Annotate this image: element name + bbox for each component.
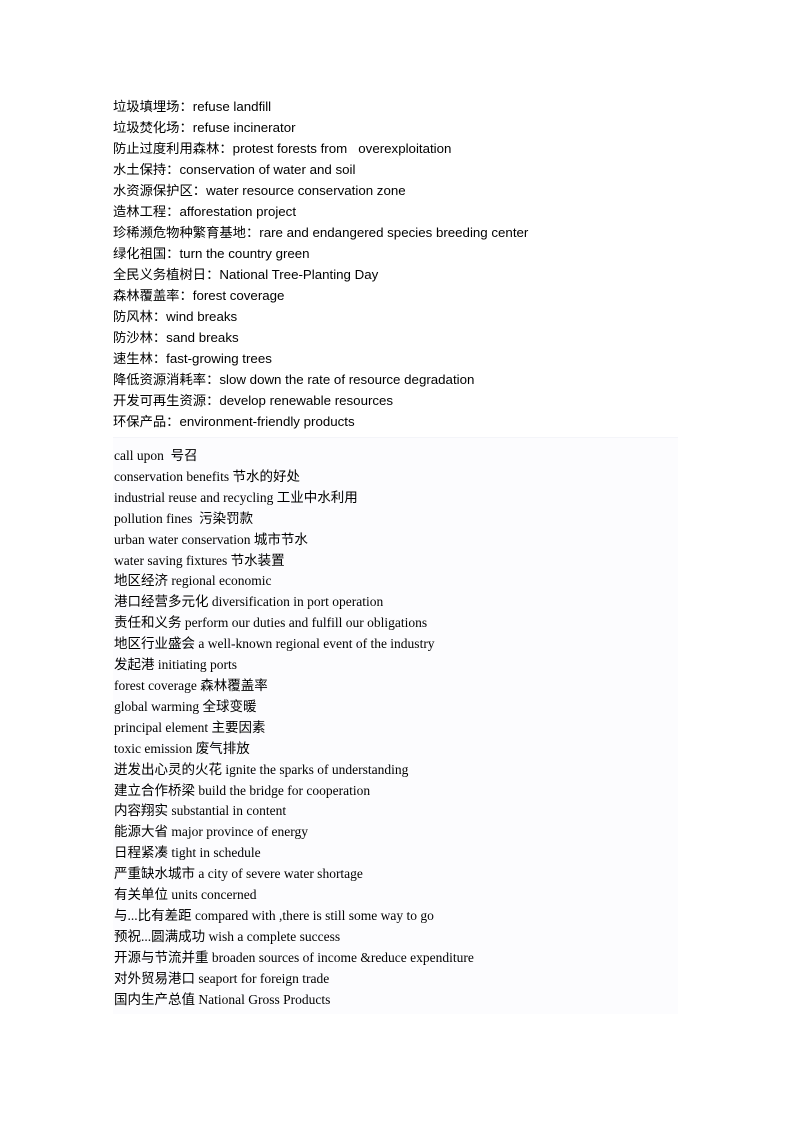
glossary-line: water saving fixtures 节水装置 bbox=[114, 552, 285, 568]
glossary-line: 垃圾焚化场：refuse incinerator bbox=[113, 120, 296, 135]
glossary-line: 对外贸易港口 seaport for foreign trade bbox=[114, 970, 330, 986]
glossary-line: principal element 主要因素 bbox=[114, 719, 266, 735]
environment-glossary-sans-block: 垃圾填埋场：refuse landfill 垃圾焚化场：refuse incine… bbox=[113, 96, 713, 432]
glossary-line: forest coverage 森林覆盖率 bbox=[114, 677, 268, 693]
glossary-line: 建立合作桥梁 build the bridge for cooperation bbox=[114, 782, 371, 798]
glossary-line: 森林覆盖率：forest coverage bbox=[113, 288, 285, 303]
glossary-line: 预祝...圆满成功 wish a complete success bbox=[114, 928, 341, 944]
glossary-line: 水土保持：conservation of water and soil bbox=[113, 162, 356, 177]
glossary-line: pollution fines 污染罚款 bbox=[114, 510, 254, 526]
glossary-line: 迸发出心灵的火花 ignite the sparks of understand… bbox=[114, 761, 409, 777]
glossary-line: 防止过度利用森林：protest forests from overexploi… bbox=[113, 141, 452, 156]
glossary-line: 造林工程：afforestation project bbox=[113, 204, 297, 219]
glossary-line: 珍稀濒危物种繁育基地：rare and endangered species b… bbox=[113, 225, 529, 240]
glossary-line: 速生林：fast-growing trees bbox=[113, 351, 272, 366]
glossary-line: 与...比有差距 compared with ,there is still s… bbox=[114, 907, 434, 923]
glossary-line: 内容翔实 substantial in content bbox=[114, 803, 287, 819]
glossary-line: 绿化祖国：turn the country green bbox=[113, 246, 310, 261]
glossary-line: 有关单位 units concerned bbox=[114, 887, 257, 903]
glossary-line: 责任和义务 perform our duties and fulfill our… bbox=[114, 615, 428, 631]
glossary-line: call upon 号召 bbox=[114, 448, 198, 463]
glossary-line: 地区经济 regional economic bbox=[114, 573, 272, 589]
glossary-line: 防风林：wind breaks bbox=[113, 309, 238, 324]
glossary-line: conservation benefits 节水的好处 bbox=[114, 468, 300, 484]
glossary-line: 地区行业盛会 a well-known regional event of th… bbox=[114, 636, 435, 652]
glossary-line: 开发可再生资源：develop renewable resources bbox=[113, 393, 394, 408]
environment-glossary-serif-block: call upon 号召 conservation benefits 节水的好处 i… bbox=[114, 446, 674, 1010]
glossary-line: global warming 全球变暖 bbox=[114, 698, 257, 714]
document-page: 垃圾填埋场：refuse landfill 垃圾焚化场：refuse incine… bbox=[0, 0, 794, 1123]
glossary-line: 环保产品：environment-friendly products bbox=[113, 414, 355, 429]
glossary-line: 全民义务植树日：National Tree-Planting Day bbox=[113, 267, 379, 282]
glossary-line: 垃圾填埋场：refuse landfill bbox=[113, 99, 272, 114]
glossary-line: industrial reuse and recycling 工业中水利用 bbox=[114, 489, 358, 505]
glossary-line: urban water conservation 城市节水 bbox=[114, 531, 308, 547]
glossary-line: 能源大省 major province of energy bbox=[114, 824, 308, 840]
glossary-line: toxic emission 废气排放 bbox=[114, 740, 250, 756]
glossary-line: 严重缺水城市 a city of severe water shortage bbox=[114, 866, 363, 882]
glossary-line: 国内生产总值 National Gross Products bbox=[114, 991, 331, 1007]
glossary-line: 降低资源消耗率：slow down the rate of resource d… bbox=[113, 372, 475, 387]
environment-glossary-serif-region: call upon 号召 conservation benefits 节水的好处 i… bbox=[113, 437, 678, 1014]
glossary-line: 开源与节流并重 broaden sources of income &reduc… bbox=[114, 949, 474, 965]
glossary-line: 水资源保护区：water resource conservation zone bbox=[113, 183, 406, 198]
glossary-line: 日程紧凑 tight in schedule bbox=[114, 845, 261, 861]
glossary-line: 港口经营多元化 diversification in port operatio… bbox=[114, 594, 384, 610]
glossary-line: 防沙林：sand breaks bbox=[113, 330, 239, 345]
glossary-line: 发起港 initiating ports bbox=[114, 657, 237, 673]
